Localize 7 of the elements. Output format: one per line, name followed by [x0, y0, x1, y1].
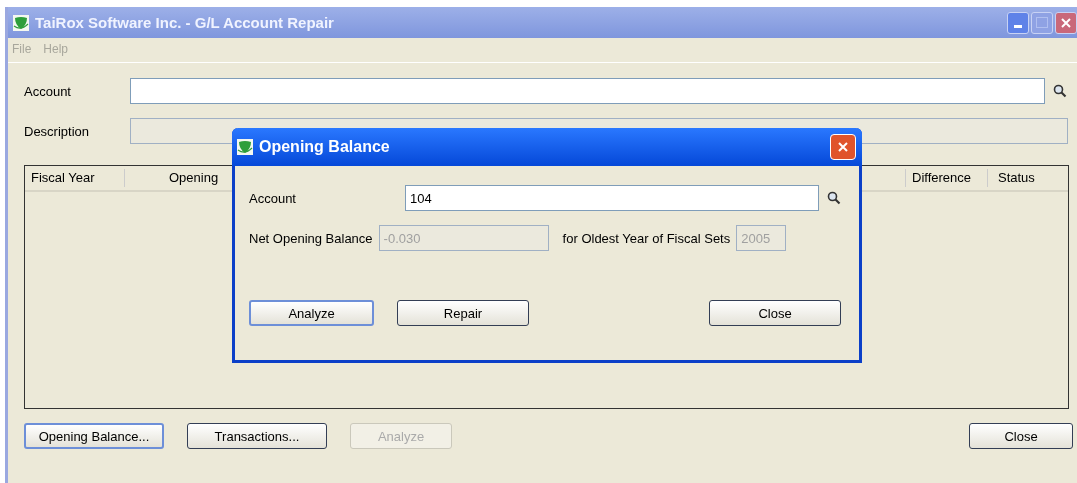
field-label: Account: [24, 83, 72, 99]
dialog-title: Opening Balance: [259, 138, 390, 156]
field-label: Net Opening Balance: [249, 230, 373, 246]
field-label: Description: [24, 123, 91, 139]
window-title: TaiRox Software Inc. - G/L Account Repair: [35, 14, 334, 31]
field-label: for Oldest Year of Fiscal Sets: [562, 230, 731, 246]
field-label: Account: [249, 190, 297, 206]
